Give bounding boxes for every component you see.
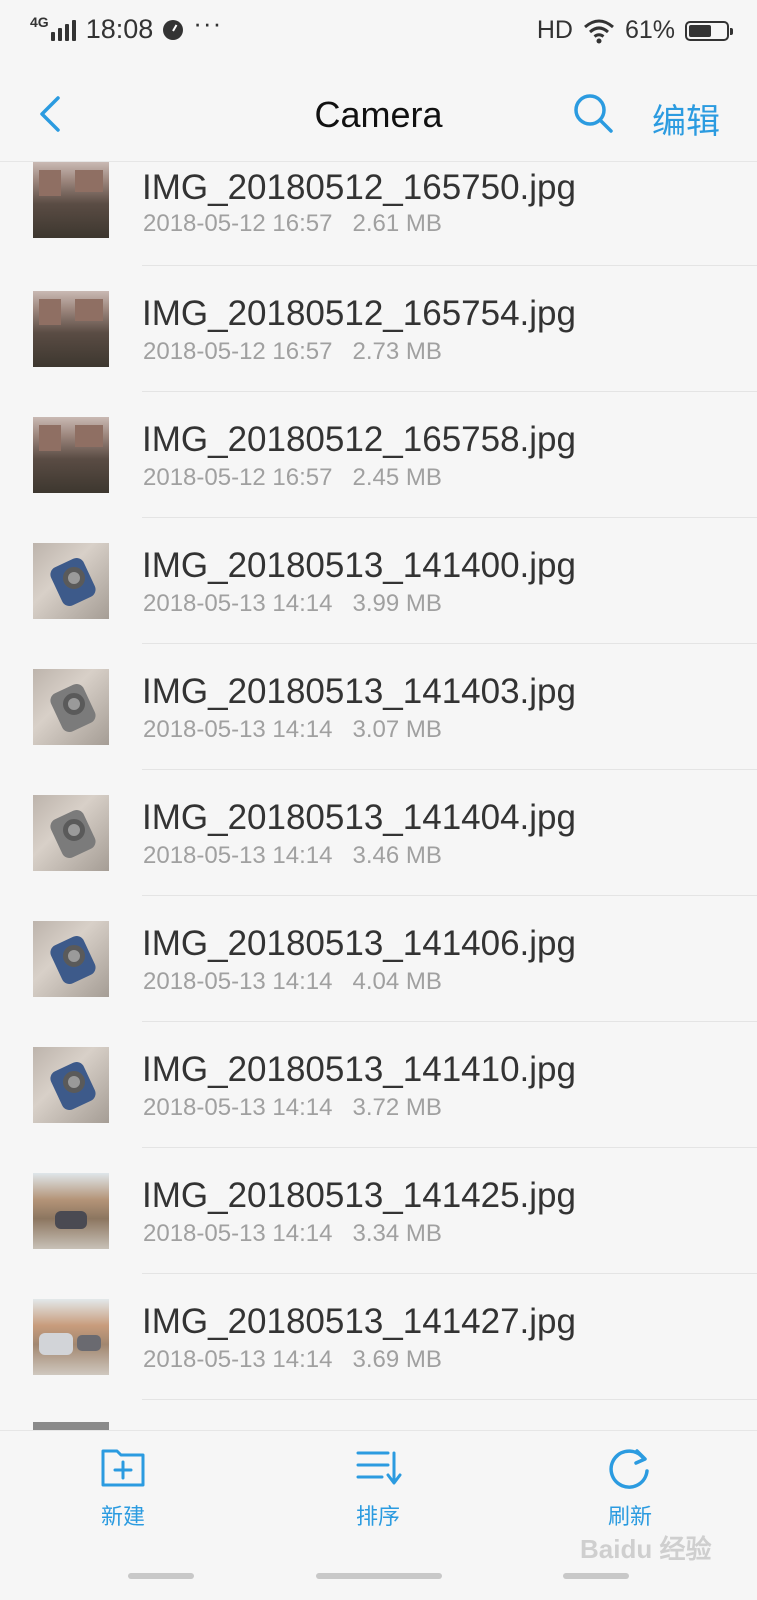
thumbnail: [33, 1047, 109, 1123]
file-name: IMG_20180513_141425.jpg: [142, 1176, 576, 1215]
nav-handle-right[interactable]: [563, 1573, 629, 1579]
signal-icon: [50, 19, 76, 41]
file-date: 2018-05-12 16:57: [143, 338, 333, 365]
file-meta: 2018-05-13 14:14 3.69 MB: [143, 1346, 442, 1374]
file-row[interactable]: IMG_20180513_141404.jpg 2018-05-13 14:14 3…: [0, 770, 757, 896]
file-name: IMG_20180513_141406.jpg: [142, 924, 576, 963]
thumbnail: [33, 921, 109, 997]
battery-icon: [685, 20, 733, 41]
file-name: IMG_20180512_165758.jpg: [142, 420, 576, 459]
status-left: 4G 18:08 ···: [30, 8, 222, 45]
thumbnail: [33, 795, 109, 871]
sort-button[interactable]: 排序: [318, 1445, 438, 1531]
file-row[interactable]: IMG_20180513_141425.jpg 2018-05-13 14:14 3…: [0, 1148, 757, 1274]
network-type: 4G: [30, 13, 49, 30]
file-date: 2018-05-13 14:14: [143, 842, 333, 869]
file-size: 3.69 MB: [352, 1346, 442, 1373]
file-size: 3.07 MB: [352, 716, 442, 743]
file-row[interactable]: IMG_20180513_141403.jpg 2018-05-13 14:14 3…: [0, 644, 757, 770]
file-name: IMG_20180513_141400.jpg: [142, 546, 576, 585]
bottom-toolbar: 新建 排序 刷新 Baidu 经验: [0, 1430, 757, 1600]
sort-label: 排序: [355, 1504, 400, 1529]
wifi-icon: [583, 19, 614, 43]
battery-level: [689, 24, 711, 37]
sort-icon: [356, 1451, 402, 1485]
file-meta: 2018-05-13 14:14 3.34 MB: [143, 1220, 442, 1248]
file-name: IMG_20180512_165750.jpg: [142, 168, 576, 207]
file-size: 3.46 MB: [352, 842, 442, 869]
file-list[interactable]: IMG_20180512_165750.jpg 2018-05-12 16:57 2…: [0, 162, 757, 1430]
nav-handle-center[interactable]: [316, 1573, 442, 1579]
more-notifications-icon: ···: [193, 8, 223, 38]
file-meta: 2018-05-13 14:14 3.99 MB: [143, 590, 442, 618]
file-date: 2018-05-12 16:57: [143, 210, 333, 237]
clock-icon: [163, 19, 184, 40]
edit-button[interactable]: 编辑: [652, 94, 720, 143]
file-row[interactable]: IMG_20180513_141427.jpg 2018-05-13 14:14 3…: [0, 1274, 757, 1400]
refresh-button[interactable]: 刷新: [570, 1445, 690, 1531]
status-bar: 4G 18:08 ··· HD 61%: [0, 0, 757, 68]
file-date: 2018-05-13 14:14: [143, 590, 333, 617]
file-size: 2.73 MB: [352, 338, 442, 365]
status-time: 18:08: [85, 14, 154, 44]
file-date: 2018-05-13 14:14: [143, 1220, 333, 1247]
file-row[interactable]: IMG_20180513_141400.jpg 2018-05-13 14:14 3…: [0, 518, 757, 644]
new-button[interactable]: 新建: [63, 1445, 183, 1531]
thumbnail: [33, 162, 109, 238]
file-name: IMG_20180512_165754.jpg: [142, 294, 576, 333]
new-label: 新建: [100, 1504, 145, 1529]
thumbnail: [33, 417, 109, 493]
file-size: 3.34 MB: [352, 1220, 442, 1247]
file-size: 3.72 MB: [352, 1094, 442, 1121]
file-meta: 2018-05-13 14:14 3.72 MB: [143, 1094, 442, 1122]
watermark: Baidu 经验: [580, 1534, 712, 1564]
page-title: Camera: [314, 94, 443, 135]
file-row[interactable]: IMG_20180513_141406.jpg 2018-05-13 14:14 4…: [0, 896, 757, 1022]
file-row[interactable]: IMG_20180512_165750.jpg 2018-05-12 16:57 2…: [0, 162, 757, 266]
thumbnail: [33, 291, 109, 367]
app-header: Camera 编辑: [0, 68, 757, 162]
file-meta: 2018-05-12 16:57 2.73 MB: [143, 338, 442, 366]
file-name: IMG_20180513_141427.jpg: [142, 1302, 576, 1341]
file-size: 2.61 MB: [352, 210, 442, 237]
partial-thumbnail: [33, 1422, 109, 1430]
file-name: IMG_20180513_141410.jpg: [142, 1050, 576, 1089]
file-meta: 2018-05-12 16:57 2.45 MB: [143, 464, 442, 492]
nav-handle-left[interactable]: [128, 1573, 194, 1579]
file-date: 2018-05-13 14:14: [143, 1346, 333, 1373]
file-date: 2018-05-13 14:14: [143, 968, 333, 995]
battery-percent: 61%: [624, 16, 675, 44]
hd-indicator: HD: [536, 16, 573, 44]
file-row[interactable]: IMG_20180512_165758.jpg 2018-05-12 16:57 2…: [0, 392, 757, 518]
file-meta: 2018-05-13 14:14 3.46 MB: [143, 842, 442, 870]
thumbnail: [33, 543, 109, 619]
file-meta: 2018-05-12 16:57 2.61 MB: [143, 210, 442, 238]
file-row[interactable]: IMG_20180512_165754.jpg 2018-05-12 16:57 2…: [0, 266, 757, 392]
file-date: 2018-05-13 14:14: [143, 1094, 333, 1121]
thumbnail: [33, 669, 109, 745]
file-row[interactable]: IMG_20180513_141410.jpg 2018-05-13 14:14 3…: [0, 1022, 757, 1148]
file-date: 2018-05-12 16:57: [143, 464, 333, 491]
thumbnail: [33, 1173, 109, 1249]
row-divider: [142, 1399, 757, 1400]
status-right: HD 61%: [536, 16, 733, 45]
file-meta: 2018-05-13 14:14 3.07 MB: [143, 716, 442, 744]
refresh-label: 刷新: [607, 1504, 652, 1529]
file-meta: 2018-05-13 14:14 4.04 MB: [143, 968, 442, 996]
thumbnail: [33, 1299, 109, 1375]
refresh-icon: [609, 1449, 649, 1489]
file-name: IMG_20180513_141403.jpg: [142, 672, 576, 711]
search-icon[interactable]: [572, 92, 614, 134]
file-name: IMG_20180513_141404.jpg: [142, 798, 576, 837]
file-date: 2018-05-13 14:14: [143, 716, 333, 743]
file-size: 3.99 MB: [352, 590, 442, 617]
file-size: 2.45 MB: [352, 464, 442, 491]
file-size: 4.04 MB: [352, 968, 442, 995]
new-folder-icon: [101, 1449, 145, 1487]
